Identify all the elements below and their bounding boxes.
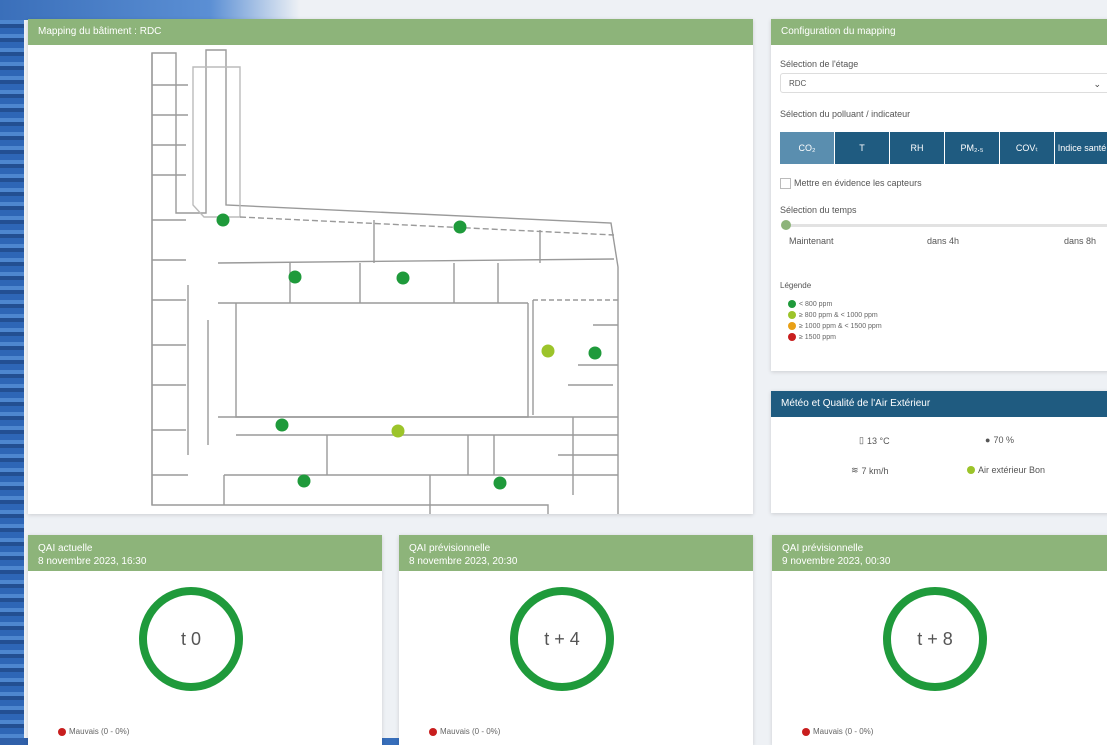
qai-legend: Mauvais (0 - 0%) [802,727,873,736]
qai-title: QAI prévisionnelle [409,543,491,554]
sensor-marker[interactable] [288,270,302,284]
bad-status-dot [802,727,810,736]
pollutant-button-pm25[interactable]: PM₂.₅ [945,132,999,164]
mapping-config-card: Configuration du mapping Sélection de l'… [771,19,1107,371]
qai-legend-label: Mauvais (0 - 0%) [813,727,874,736]
building-map-card: Mapping du bâtiment : RDC [28,19,753,514]
sensor-marker[interactable] [275,418,289,432]
pollutant-button-rh[interactable]: RH [890,132,944,164]
sensor-marker[interactable] [391,424,405,438]
legend-label: < 800 ppm [799,300,833,308]
pollutant-button-covt[interactable]: COVₜ [1000,132,1054,164]
highlight-sensors-checkbox[interactable] [780,178,791,189]
qai-score-ring: t + 8 [883,587,987,691]
qai-score-ring: t 0 [139,587,243,691]
legend-label: ≥ 1000 ppm & < 1500 ppm [799,322,882,330]
qai-ring-label: t 0 [180,628,201,649]
legend-item: < 800 ppm [788,300,832,308]
time-tick-8h: dans 8h [1064,236,1097,246]
time-slider-handle[interactable] [781,220,791,230]
qai-date: 9 novembre 2023, 00:30 [782,556,891,567]
qai-date: 8 novembre 2023, 20:30 [409,556,518,567]
humidity-reading: ● 70 % [985,435,1014,445]
map-title: Mapping du bâtiment : RDC [28,19,753,45]
outdoor-air-quality: Air extérieur Bon [967,465,1045,475]
floor-select-label: Sélection de l'étage [780,59,859,69]
wind-icon: ≋ [851,465,859,475]
thermometer-icon: ▯ [859,435,864,445]
qai-legend: Mauvais (0 - 0%) [58,727,129,736]
qai-date: 8 novembre 2023, 16:30 [38,556,147,567]
qai-card-header: QAI prévisionnelle 9 novembre 2023, 00:3… [772,535,1107,571]
background-image-top [0,0,300,20]
legend-color-dot [788,300,796,308]
floor-select-value: RDC [789,79,807,88]
legend-label: ≥ 800 ppm & < 1000 ppm [799,311,878,319]
legend-title: Légende [780,281,812,290]
wind-reading: ≋ 7 km/h [851,465,889,476]
floor-select[interactable]: RDC ⌄ [780,73,1107,93]
background-image [0,0,24,738]
sensor-marker[interactable] [541,344,555,358]
pollutant-button-t[interactable]: T [835,132,889,164]
legend-color-dot [788,333,796,341]
legend-item: ≥ 1500 ppm [788,333,836,341]
qai-card-header: QAI prévisionnelle 8 novembre 2023, 20:3… [399,535,753,571]
qai-card-current: QAI actuelle 8 novembre 2023, 16:30 t 0 … [28,535,382,745]
qai-legend-label: Mauvais (0 - 0%) [69,727,130,736]
weather-title: Météo et Qualité de l'Air Extérieur [771,391,1107,417]
time-tick-4h: dans 4h [927,236,960,246]
sensor-marker[interactable] [396,271,410,285]
legend-color-dot [788,322,796,330]
bad-status-dot [58,727,66,736]
qai-score-ring: t + 4 [510,587,614,691]
qai-title: QAI prévisionnelle [782,543,864,554]
temperature-reading: ▯ 13 °C [859,435,890,446]
pollutant-select-label: Sélection du polluant / indicateur [780,109,911,119]
qai-card-header: QAI actuelle 8 novembre 2023, 16:30 [28,535,382,571]
floor-plan[interactable] [28,45,753,514]
bad-status-dot [429,727,437,736]
qai-ring-label: t + 8 [917,628,953,649]
weather-card: Météo et Qualité de l'Air Extérieur ▯ 13… [771,391,1107,513]
legend-item: ≥ 1000 ppm & < 1500 ppm [788,322,882,330]
floor-outline [151,49,619,514]
temperature-value: 13 °C [866,435,890,446]
config-title: Configuration du mapping [771,19,1107,45]
sensor-marker[interactable] [453,220,467,234]
qai-card-forecast-4h: QAI prévisionnelle 8 novembre 2023, 20:3… [399,535,753,745]
qai-title: QAI actuelle [38,543,93,554]
droplet-icon: ● [985,435,991,445]
time-select-label: Sélection du temps [780,205,857,215]
pollutant-button-co2[interactable]: CO₂ [780,132,834,164]
qai-legend-label: Mauvais (0 - 0%) [440,727,501,736]
air-quality-value: Air extérieur Bon [978,465,1046,475]
qai-card-forecast-8h: QAI prévisionnelle 9 novembre 2023, 00:3… [772,535,1107,745]
sensor-marker[interactable] [493,476,507,490]
chevron-down-icon: ⌄ [1093,79,1101,89]
pollutant-button-indice-sante[interactable]: Indice santé [1055,132,1107,164]
time-tick-now: Maintenant [789,236,834,246]
sensor-marker[interactable] [297,474,311,488]
highlight-sensors-label: Mettre en évidence les capteurs [794,178,922,188]
sensor-marker[interactable] [588,346,602,360]
wind-value: 7 km/h [861,465,889,476]
sensor-marker[interactable] [216,213,230,227]
legend-label: ≥ 1500 ppm [799,333,836,341]
legend-item: ≥ 800 ppm & < 1000 ppm [788,311,878,319]
air-quality-status-dot [967,466,975,474]
qai-legend: Mauvais (0 - 0%) [429,727,500,736]
qai-ring-label: t + 4 [544,628,580,649]
time-slider-track[interactable] [786,224,1107,227]
pollutant-button-group: CO₂ T RH PM₂.₅ COVₜ Indice santé [780,132,1107,164]
legend-color-dot [788,311,796,319]
humidity-value: 70 % [993,435,1014,445]
